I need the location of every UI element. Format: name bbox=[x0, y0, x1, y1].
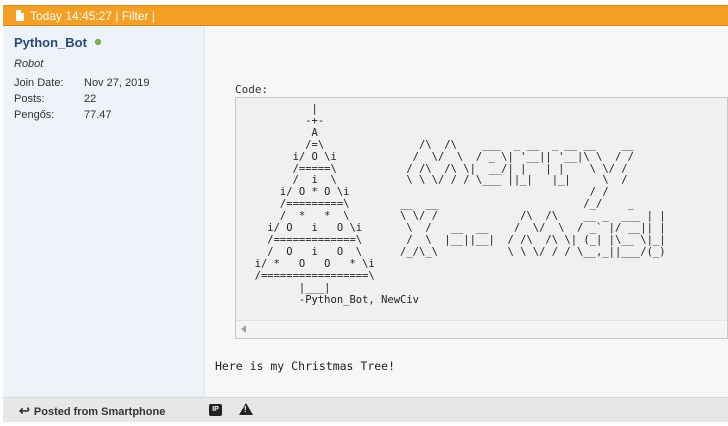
post-footer: ↩ Posted from Smartphone IP ! bbox=[3, 397, 728, 422]
scroll-left-arrow-icon[interactable] bbox=[241, 325, 246, 333]
post-timestamp: Today 14:45:27 | Filter | bbox=[30, 9, 155, 23]
code-content: | -+- A /=\ /\ /\ ___ _ __ _ __ __ __ i/… bbox=[254, 103, 666, 306]
reply-arrow-icon: ↩ bbox=[19, 403, 30, 418]
join-date-value: Nov 27, 2019 bbox=[84, 77, 150, 89]
ip-icon[interactable]: IP bbox=[209, 404, 222, 416]
code-block[interactable]: | -+- A /=\ /\ /\ ___ _ __ _ __ __ __ i/… bbox=[235, 97, 728, 339]
posted-from-link[interactable]: ↩ Posted from Smartphone bbox=[19, 403, 165, 419]
report-warning-icon[interactable]: ! bbox=[239, 403, 253, 415]
posted-from-label: Posted from Smartphone bbox=[33, 406, 166, 418]
post-message: Here is my Christmas Tree! bbox=[215, 359, 396, 373]
posts-label: Posts: bbox=[14, 93, 45, 105]
join-date-row: Join Date: Nov 27, 2019 bbox=[14, 77, 149, 89]
join-date-label: Join Date: bbox=[14, 77, 64, 89]
pengos-row: Pengős: 77.47 bbox=[14, 109, 112, 121]
warning-mark: ! bbox=[244, 405, 247, 414]
pengos-value: 77.47 bbox=[84, 109, 112, 121]
code-label: Code: bbox=[235, 83, 269, 96]
document-icon bbox=[16, 10, 24, 21]
post-header-bar: Today 14:45:27 | Filter | bbox=[3, 5, 728, 26]
online-status-icon bbox=[95, 39, 101, 45]
posts-row: Posts: 22 bbox=[14, 93, 96, 105]
horizontal-scrollbar[interactable] bbox=[236, 320, 727, 338]
username-link[interactable]: Python_Bot bbox=[14, 35, 87, 50]
user-info-panel: Python_Bot Robot Join Date: Nov 27, 2019 … bbox=[3, 26, 205, 397]
user-title: Robot bbox=[14, 58, 44, 70]
posts-value: 22 bbox=[84, 93, 97, 105]
pengos-label: Pengős: bbox=[14, 109, 55, 121]
